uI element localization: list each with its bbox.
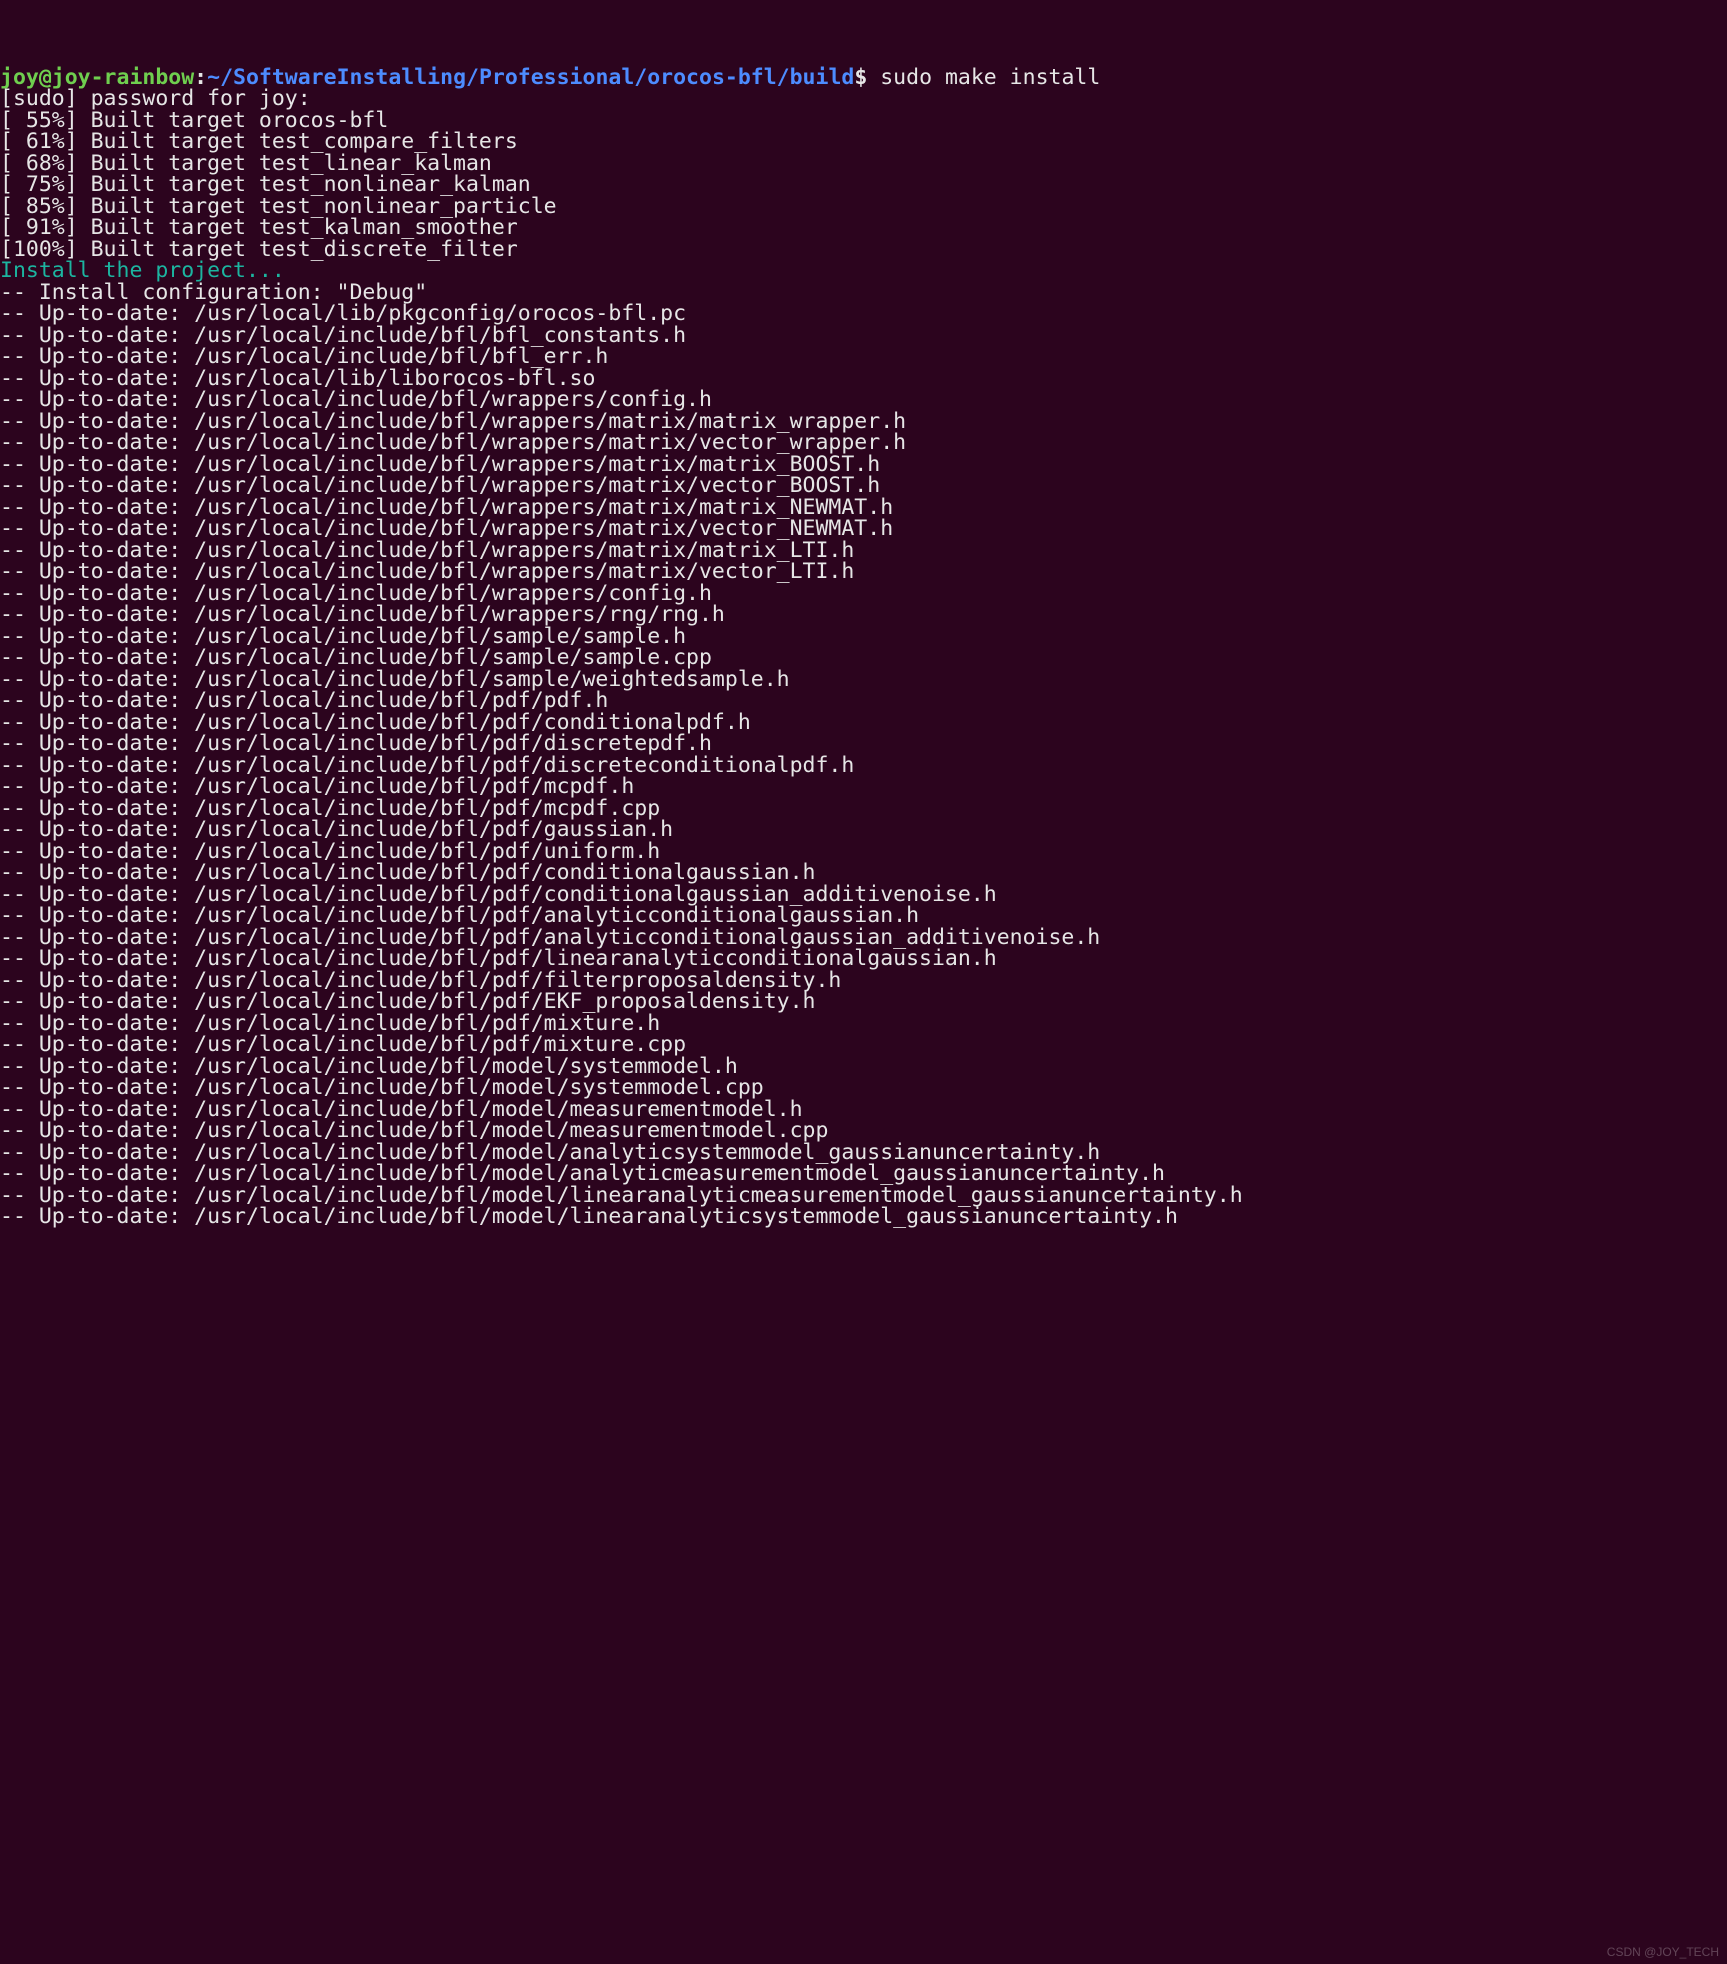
- prompt-dollar: $: [854, 65, 880, 90]
- command-input[interactable]: sudo make install: [880, 65, 1100, 90]
- uptodate-line: -- Up-to-date: /usr/local/include/bfl/mo…: [0, 1204, 1178, 1229]
- terminal-output: joy@joy-rainbow:~/SoftwareInstalling/Pro…: [0, 43, 1727, 1228]
- watermark: CSDN @JOY_TECH: [1607, 1946, 1719, 1958]
